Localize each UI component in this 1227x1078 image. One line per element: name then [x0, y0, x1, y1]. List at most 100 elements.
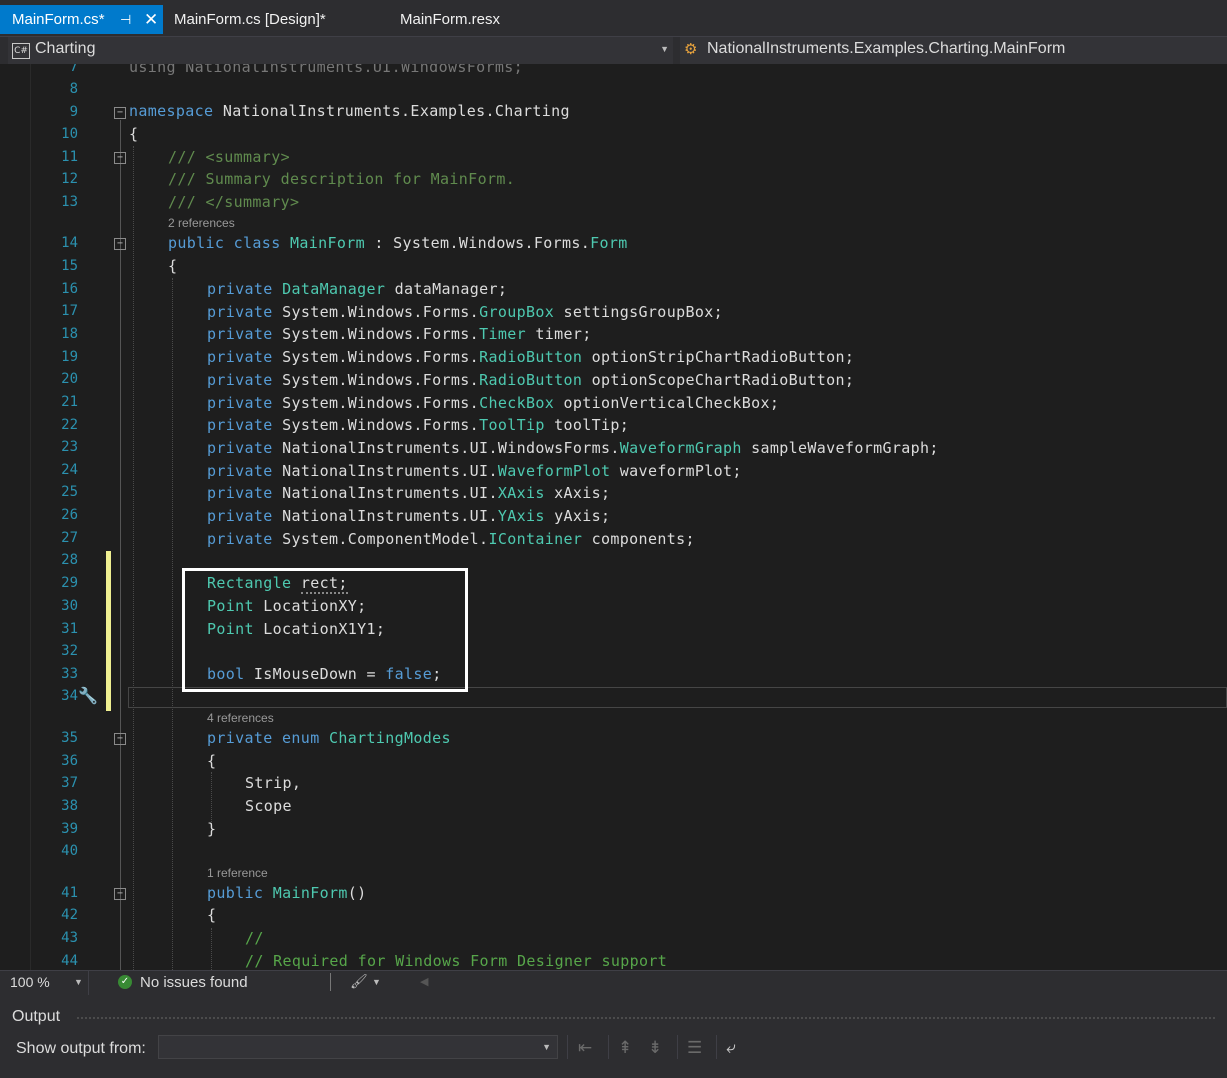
collapse-icon[interactable]: − — [114, 733, 126, 745]
check-circle-icon: ✓ — [118, 975, 132, 989]
field-name: optionStripChartRadioButton; — [591, 348, 855, 366]
line-number: 43 — [61, 930, 78, 946]
type-namespace: System.Windows.Forms. — [282, 416, 480, 434]
line-number: 12 — [61, 171, 78, 187]
collapse-icon[interactable]: − — [114, 888, 126, 900]
parens: () — [347, 884, 367, 902]
codelens-references[interactable]: 1 reference — [207, 866, 268, 880]
divider — [567, 1035, 568, 1059]
collapse-icon[interactable]: − — [114, 152, 126, 164]
project-label: Charting — [35, 40, 96, 57]
tab-mainform-resx[interactable]: MainForm.resx — [388, 5, 528, 34]
line-number: 23 — [61, 439, 78, 455]
keyword: private — [207, 280, 273, 298]
zoom-level[interactable]: 100 % — [10, 974, 50, 990]
code-cleanup-icon[interactable]: 🖌 — [350, 973, 368, 990]
codelens-references[interactable]: 2 references — [168, 216, 235, 230]
namespace-name: NationalInstruments.Examples.Charting — [213, 102, 570, 120]
csharp-project-icon: C# — [12, 43, 30, 59]
code-line-10: { — [129, 125, 139, 143]
code-line-15: { — [168, 257, 178, 275]
keyword: private — [207, 484, 273, 502]
code-line-44: // Required for Windows Form Designer su… — [245, 952, 668, 970]
next-message-icon[interactable]: ⇟ — [648, 1038, 662, 1058]
line-number: 20 — [61, 371, 78, 387]
previous-message-icon[interactable]: ⇞ — [618, 1038, 632, 1058]
line-number: 33 — [61, 666, 78, 682]
code-line-17: private System.Windows.Forms.GroupBox se… — [207, 303, 723, 321]
keyword: private — [207, 348, 273, 366]
code-editor[interactable]: 7 8 9 10 11 12 13 14 15 16 17 18 19 20 21 22 23 24 25 26 27 2… — [0, 64, 1227, 970]
indent-guide — [211, 928, 212, 970]
code-line-7: using NationalInstruments.UI.WindowsForm… — [129, 64, 523, 76]
code-line-19: private System.Windows.Forms.RadioButton… — [207, 348, 854, 366]
class-name: MainForm — [289, 234, 366, 252]
code-line-13: /// </summary> — [168, 193, 300, 211]
type-namespace: NationalInstruments.UI. — [282, 462, 498, 480]
indent-guide — [133, 146, 134, 970]
line-number: 10 — [61, 126, 78, 142]
collapse-icon[interactable]: − — [114, 107, 126, 119]
keyword: private — [207, 416, 273, 434]
clear-all-icon[interactable]: ☰ — [687, 1038, 702, 1058]
document-tab-bar: MainForm.cs* ⊣ ✕ MainForm.cs [Design]* M… — [0, 0, 1227, 36]
keyword: namespace — [129, 102, 214, 120]
line-number: 38 — [61, 798, 78, 814]
line-number: 36 — [61, 753, 78, 769]
keyword: public class — [168, 234, 281, 252]
line-number: 21 — [61, 394, 78, 410]
tab-mainform-cs[interactable]: MainForm.cs* ⊣ ✕ — [0, 5, 163, 34]
line-number: 39 — [61, 821, 78, 837]
line-number: 11 — [61, 149, 78, 165]
tab-mainform-design[interactable]: MainForm.cs [Design]* — [162, 5, 372, 34]
pin-icon[interactable]: ⊣ — [120, 5, 131, 34]
line-number: 34 — [61, 688, 78, 704]
field-name: optionScopeChartRadioButton; — [591, 371, 855, 389]
code-line-43: // — [245, 929, 264, 947]
code-line-38: Scope — [245, 797, 292, 815]
close-icon[interactable]: ✕ — [144, 5, 158, 34]
output-source-select[interactable]: ▼ — [158, 1035, 558, 1059]
line-number: 28 — [61, 552, 78, 568]
project-dropdown[interactable]: C# Charting ▼ — [8, 37, 673, 64]
word-wrap-icon[interactable]: ⤶ — [726, 1038, 736, 1058]
collapse-icon[interactable]: − — [114, 238, 126, 250]
line-number: 41 — [61, 885, 78, 901]
keyword: private — [207, 394, 273, 412]
class-icon: ⚙ — [684, 41, 698, 58]
divider — [330, 973, 331, 991]
modified-mark: * — [98, 11, 105, 28]
type-name: ToolTip — [479, 416, 545, 434]
type-label: NationalInstruments.Examples.Charting.Ma… — [707, 40, 1066, 57]
chevron-down-icon[interactable]: ▼ — [74, 977, 83, 987]
field-name: yAxis; — [554, 507, 611, 525]
quick-actions-icon[interactable]: 🔧 — [78, 686, 98, 706]
code-line-41: public MainForm() — [207, 884, 367, 902]
type-name: DataManager — [282, 280, 386, 298]
code-line-11: /// <summary> — [168, 148, 290, 166]
panel-grip[interactable] — [76, 1016, 1216, 1020]
base-type: Form — [590, 234, 628, 252]
keyword: private — [207, 439, 273, 457]
codelens-references[interactable]: 4 references — [207, 711, 274, 725]
code-line-12: /// Summary description for MainForm. — [168, 170, 516, 188]
line-number: 40 — [61, 843, 78, 859]
chevron-down-icon: ▼ — [660, 44, 669, 54]
line-number: 13 — [61, 194, 78, 210]
scroll-left-icon[interactable]: ◀ — [420, 975, 428, 988]
line-number: 24 — [61, 462, 78, 478]
code-line-22: private System.Windows.Forms.ToolTip too… — [207, 416, 629, 434]
code-line-14: public class MainForm : System.Windows.F… — [168, 234, 628, 252]
type-dropdown[interactable]: ⚙ NationalInstruments.Examples.Charting.… — [680, 37, 1227, 64]
code-line-23: private NationalInstruments.UI.WindowsFo… — [207, 439, 939, 457]
line-number: 16 — [61, 281, 78, 297]
line-number: 19 — [61, 349, 78, 365]
line-number: 14 — [61, 235, 78, 251]
find-message-icon[interactable]: ⇤ — [578, 1038, 592, 1058]
type-name: WaveformPlot — [497, 462, 611, 480]
line-number: 25 — [61, 484, 78, 500]
type-name: RadioButton — [479, 348, 583, 366]
issues-status[interactable]: No issues found — [140, 974, 248, 991]
type-name: Timer — [479, 325, 526, 343]
chevron-down-icon[interactable]: ▼ — [372, 977, 381, 987]
